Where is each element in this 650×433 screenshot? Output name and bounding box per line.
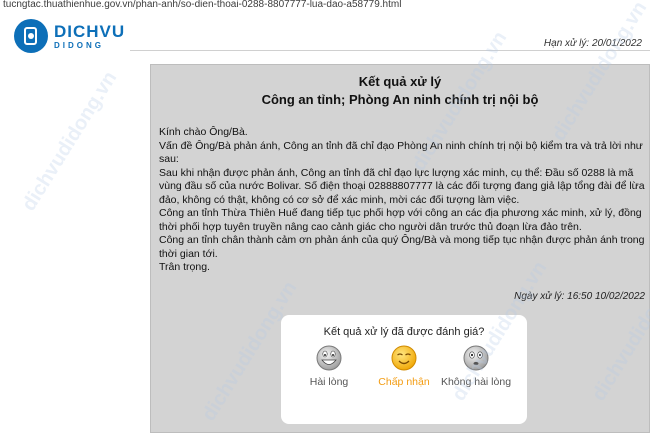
result-agency: Công an tỉnh; Phòng An ninh chính trị nộ… bbox=[261, 92, 539, 107]
logo-text-sub: DIDONG bbox=[54, 40, 104, 50]
rating-option-accept[interactable]: Chấp nhận bbox=[364, 345, 444, 388]
header-divider bbox=[130, 50, 650, 51]
paragraph: Trân trọng. bbox=[159, 261, 210, 273]
address-bar[interactable]: tucngtac.thuathienhue.gov.vn/phan-anh/so… bbox=[0, 0, 650, 12]
rating-card: Kết quả xử lý đã được đánh giá? Hài lòng… bbox=[281, 315, 527, 424]
result-title: Kết quả xử lý bbox=[358, 74, 442, 89]
rating-option-satisfied[interactable]: Hài lòng bbox=[289, 345, 369, 388]
unhappy-face-icon bbox=[463, 345, 489, 371]
rating-label: Không hài lòng bbox=[440, 376, 512, 388]
paragraph: Vấn đề Ông/Bà phản ánh, Công an tỉnh đã … bbox=[159, 139, 643, 166]
watermark: dichvudidong.vn bbox=[17, 67, 122, 215]
rating-label: Chấp nhận bbox=[378, 376, 430, 388]
logo-text-main: DICHVU bbox=[54, 21, 126, 41]
deadline-date: Hạn xử lý: 20/01/2022 bbox=[543, 38, 642, 49]
rating-label: Hài lòng bbox=[309, 376, 349, 388]
site-logo[interactable]: DICHVU DIDONG bbox=[14, 19, 125, 53]
paragraph: Sau khi nhận được phản ánh, Công an tỉnh… bbox=[159, 166, 645, 206]
result-body: Kính chào Ông/Bà. Vấn đề Ông/Bà phản ánh… bbox=[159, 126, 647, 275]
rating-option-unsatisfied[interactable]: Không hài lòng bbox=[436, 345, 516, 388]
paragraph: Kính chào Ông/Bà. bbox=[159, 126, 248, 138]
paragraph: Công an tỉnh Thừa Thiên Huế đang tiếp tụ… bbox=[159, 207, 642, 233]
processed-date: Ngày xử lý: 16:50 10/02/2022 bbox=[514, 291, 645, 302]
paragraph: Công an tỉnh chân thành cảm ơn phản ánh … bbox=[159, 234, 645, 260]
rating-question: Kết quả xử lý đã được đánh giá? bbox=[323, 326, 485, 338]
happy-face-icon bbox=[316, 345, 342, 371]
phone-logo-icon bbox=[14, 19, 48, 53]
wink-face-icon bbox=[391, 345, 417, 371]
